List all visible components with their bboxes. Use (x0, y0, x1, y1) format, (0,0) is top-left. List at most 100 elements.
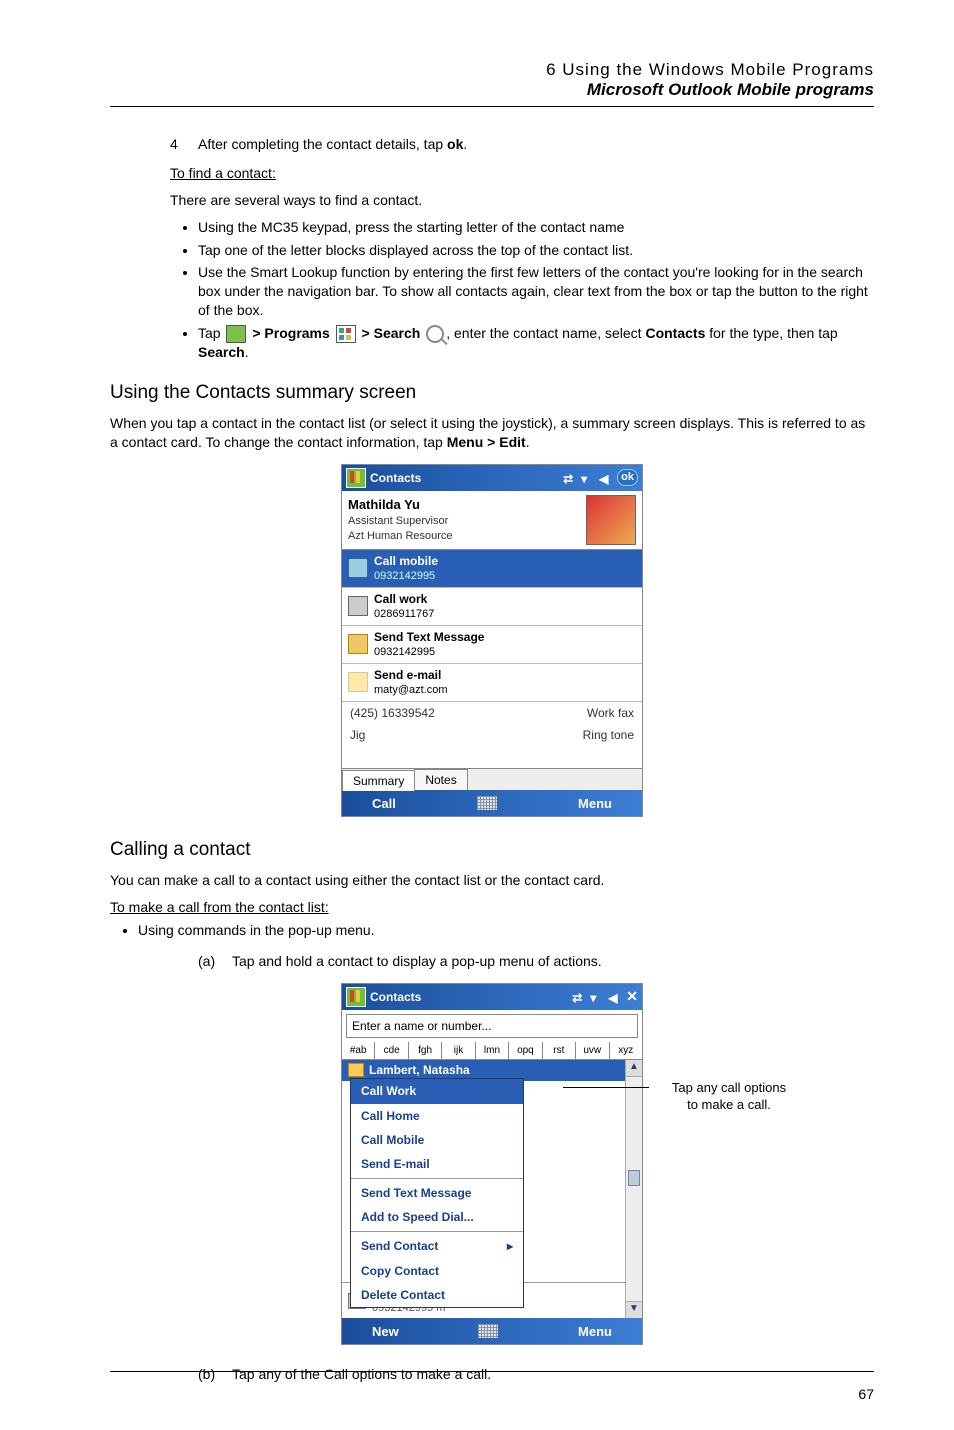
bullet-item: Using the MC35 keypad, press the startin… (198, 218, 874, 237)
row-send-email[interactable]: Send e-mail maty@azt.com (342, 664, 642, 702)
bullet-item: Use the Smart Lookup function by enterin… (198, 263, 874, 320)
alpha-block[interactable]: lmn (476, 1042, 509, 1060)
contact-company: Azt Human Resource (348, 529, 586, 544)
menu-delete-contact[interactable]: Delete Contact (351, 1283, 523, 1307)
substep-a: (a) Tap and hold a contact to display a … (198, 952, 874, 971)
screenshot-contact-card: Contacts ⇄ ▾ ◀ ok Mathilda Yu Assistant … (341, 464, 643, 818)
connectivity-icon[interactable]: ⇄ (563, 471, 577, 485)
row-call-mobile[interactable]: Call mobile 0932142995 (342, 550, 642, 588)
signal-icon[interactable]: ▾ (581, 471, 595, 485)
keyboard-icon[interactable] (478, 1324, 498, 1338)
start-icon (226, 325, 246, 343)
step-number: 4 (170, 135, 198, 154)
substep-letter: (a) (198, 952, 232, 971)
alpha-block[interactable]: uvw (576, 1042, 609, 1060)
header-rule (110, 106, 874, 107)
row-value: 0932142995 (374, 645, 484, 660)
softkey-menu[interactable]: Menu (578, 795, 612, 813)
menu-call-mobile[interactable]: Call Mobile (351, 1128, 523, 1152)
alpha-index: #ab cde fgh ijk lmn opq rst uvw xyz (342, 1042, 642, 1061)
substep-text: Tap any of the Call options to make a ca… (232, 1365, 491, 1384)
annotation-line (563, 1087, 649, 1088)
page-number: 67 (858, 1386, 874, 1402)
txt-bold: > Programs (248, 325, 333, 341)
menu-separator (351, 1231, 523, 1232)
menu-call-home[interactable]: Call Home (351, 1104, 523, 1128)
ok-button[interactable]: ok (617, 469, 638, 486)
row-value: maty@azt.com (374, 683, 448, 698)
menu-send-contact[interactable]: Send Contact (351, 1234, 523, 1258)
menu-separator (351, 1178, 523, 1179)
softkey-new[interactable]: New (372, 1323, 399, 1341)
avatar (586, 495, 636, 545)
step-text: After completing the contact details, ta… (198, 136, 447, 152)
contact-header: Mathilda Yu Assistant Supervisor Azt Hum… (342, 491, 642, 550)
summary-para-bold: Menu > Edit (447, 434, 526, 450)
tab-notes[interactable]: Notes (414, 769, 467, 790)
txt: Tap (198, 325, 224, 341)
alpha-block[interactable]: cde (375, 1042, 408, 1060)
txt: . (245, 344, 249, 360)
screenshot-contact-list: Contacts ⇄ ▾ ◀ ✕ Enter a name or number.… (341, 983, 643, 1346)
mail-icon (348, 672, 368, 692)
scroll-down-icon[interactable]: ▼ (626, 1301, 642, 1318)
row-call-work[interactable]: Call work 0286911767 (342, 588, 642, 626)
alpha-block[interactable]: xyz (610, 1042, 642, 1060)
calling-sub-heading: To make a call from the contact list: (110, 898, 874, 917)
summary-para-end: . (526, 434, 530, 450)
calling-para: You can make a call to a contact using e… (110, 871, 874, 890)
search-input[interactable]: Enter a name or number... (346, 1014, 638, 1038)
row-label: Send Text Message (374, 629, 484, 645)
scrollbar[interactable]: ▲ ▼ (625, 1060, 642, 1318)
row-ring-tone: Jig Ring tone (342, 724, 642, 746)
row-send-text[interactable]: Send Text Message 0932142995 (342, 626, 642, 664)
txt: , enter the contact name, select (446, 325, 645, 341)
selected-contact-name: Lambert, Natasha (369, 1062, 470, 1078)
menu-send-email[interactable]: Send E-mail (351, 1152, 523, 1176)
txt-bold: > Search (358, 325, 425, 341)
building-icon (348, 596, 368, 616)
fax-label: Work fax (587, 705, 634, 721)
softkey-menu[interactable]: Menu (578, 1323, 612, 1341)
menu-add-speed-dial[interactable]: Add to Speed Dial... (351, 1205, 523, 1229)
menu-send-text[interactable]: Send Text Message (351, 1181, 523, 1205)
find-contact-intro: There are several ways to find a contact… (170, 191, 874, 210)
scroll-thumb[interactable] (628, 1170, 640, 1186)
step-text-bold: ok (447, 136, 463, 152)
txt-bold: Search (198, 344, 245, 360)
volume-icon[interactable]: ◀ (599, 471, 613, 485)
scroll-up-icon[interactable]: ▲ (626, 1060, 642, 1077)
softkey-bar: Call Menu (342, 790, 642, 816)
annotation-callout: Tap any call options to make a call. (649, 1079, 809, 1114)
menu-copy-contact[interactable]: Copy Contact (351, 1259, 523, 1283)
alpha-block[interactable]: #ab (342, 1042, 375, 1060)
txt-bold: Contacts (645, 325, 705, 341)
annotation-text-1: Tap any call options (672, 1080, 786, 1095)
alpha-block[interactable]: rst (543, 1042, 576, 1060)
start-flag-icon[interactable] (346, 987, 366, 1007)
menu-call-work[interactable]: Call Work (351, 1079, 523, 1103)
titlebar: Contacts ⇄ ▾ ◀ ✕ (342, 984, 642, 1010)
fax-number: (425) 16339542 (350, 705, 435, 721)
keyboard-icon[interactable] (477, 796, 497, 810)
app-title: Contacts (370, 470, 563, 486)
softkey-call[interactable]: Call (372, 795, 396, 813)
volume-icon[interactable]: ◀ (608, 990, 622, 1004)
start-flag-icon[interactable] (346, 468, 366, 488)
tab-summary[interactable]: Summary (342, 770, 415, 791)
signal-icon[interactable]: ▾ (590, 990, 604, 1004)
alpha-block[interactable]: opq (509, 1042, 542, 1060)
txt: for the type, then tap (705, 325, 837, 341)
alpha-block[interactable]: fgh (409, 1042, 442, 1060)
connectivity-icon[interactable]: ⇄ (572, 990, 586, 1004)
contact-list-area: Lambert, Natasha Call Work Call Home Cal… (342, 1060, 642, 1318)
step-4: 4 After completing the contact details, … (170, 135, 874, 154)
substep-letter: (b) (198, 1365, 232, 1384)
tab-strip: Summary Notes (342, 768, 642, 790)
row-label: Call mobile (374, 553, 438, 569)
row-value: 0932142995 (374, 569, 438, 584)
heading-summary-screen: Using the Contacts summary screen (110, 380, 874, 406)
alpha-block[interactable]: ijk (442, 1042, 475, 1060)
softkey-bar: New Menu (342, 1318, 642, 1344)
close-button[interactable]: ✕ (626, 987, 638, 1006)
